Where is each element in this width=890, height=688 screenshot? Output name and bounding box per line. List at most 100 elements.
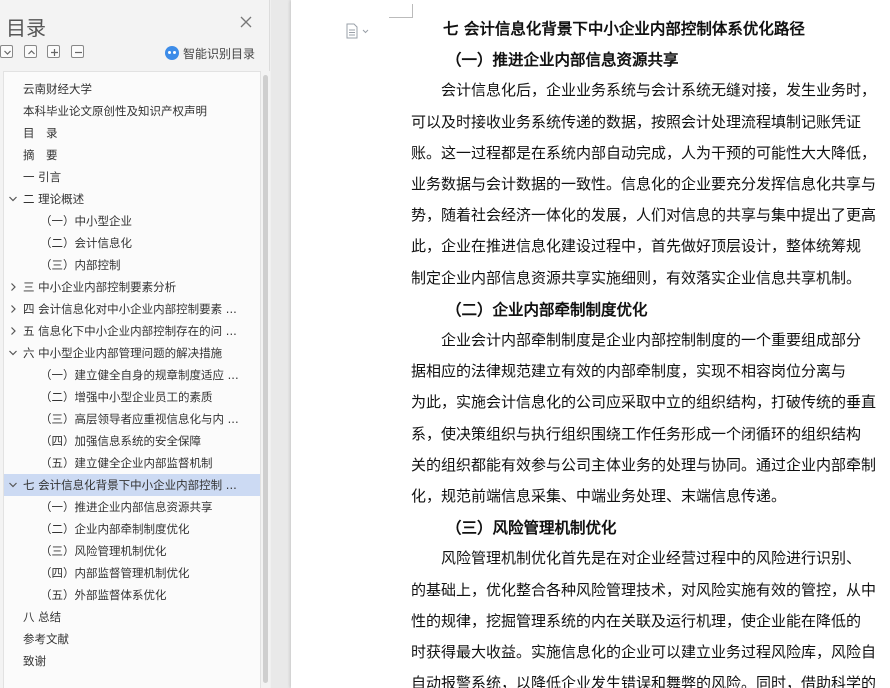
toc-item-label: （三）风险管理机制优化 — [40, 544, 167, 558]
toc-list: 云南财经大学本科毕业论文原创性及知识产权声明目 录摘 要一 引言二 理论概述 （一… — [4, 78, 260, 672]
subsection-heading: （三）风险管理机制优化 — [446, 518, 617, 538]
toc-item-label: 目 录 — [23, 126, 58, 140]
toc-item[interactable]: 摘 要 — [4, 144, 260, 166]
toc-item[interactable]: （四）内部监督管理机制优化 — [4, 562, 260, 584]
toc-scrollbar-thumb[interactable] — [263, 75, 268, 683]
toc-item-label: 八 总结 — [23, 610, 62, 624]
toc-item[interactable]: 二 理论概述 — [4, 188, 260, 210]
toc-item[interactable]: （二）会计信息化 — [4, 232, 260, 254]
document-area: 七 会计信息化背景下中小企业内部控制体系优化路径 （一）推进企业内部信息资源共享 … — [271, 0, 890, 688]
toc-item-label: （五）建立健全企业内部监督机制 — [40, 456, 213, 470]
toc-item-label: （二）企业内部牵制制度优化 — [40, 522, 190, 536]
toc-item[interactable]: 目 录 — [4, 122, 260, 144]
toc-item-label: （三）高层领导者应重视信息化与内 ... — [40, 412, 239, 426]
toc-item[interactable]: （三）内部控制 — [4, 254, 260, 276]
subsection-heading: （二）企业内部牵制制度优化 — [446, 299, 648, 319]
toc-item[interactable]: 一 引言 — [4, 166, 260, 188]
paragraph-line: 化，规范前端信息采集、中端业务处理、末端信息传递。 — [411, 487, 787, 505]
toc-item-label: 致谢 — [23, 654, 46, 668]
toc-item-label: 三 中小企业内部控制要素分析 — [23, 280, 177, 294]
document-icon[interactable] — [345, 23, 371, 39]
toc-item-label: （二）会计信息化 — [40, 236, 132, 250]
toc-item-label: 摘 要 — [23, 148, 58, 162]
chevron-right-icon[interactable] — [7, 276, 19, 298]
toc-item[interactable]: 参考文献 — [4, 628, 260, 650]
toc-item-label: 参考文献 — [23, 632, 69, 646]
toc-item[interactable]: （一）建立健全自身的规章制度适应 ... — [4, 364, 260, 386]
paragraph-line: 的基础上，优化整合各种风险管理技术，对风险实施有效的管控，从中 — [411, 580, 877, 599]
paragraph-line: 可以及时接收业务系统传递的数据，按照会计处理流程填制记账凭证 — [411, 112, 862, 131]
expand-all-icon[interactable] — [47, 45, 60, 58]
paragraph-line: 账。这一过程都是在系统内部自动完成，人为干预的可能性大大降低， — [411, 143, 877, 162]
toc-item[interactable]: （五）外部监督体系优化 — [4, 584, 260, 606]
paragraph-line: 为此，实施会计信息化的公司应采取中立的组织结构，打破传统的垂直 — [411, 393, 877, 412]
toc-scrollbar[interactable] — [261, 71, 270, 688]
toc-item[interactable]: （四）加强信息系统的安全保障 — [4, 430, 260, 452]
toc-item-label: 二 理论概述 — [23, 192, 85, 206]
smart-recognize-toc-button[interactable]: 智能识别目录 — [165, 44, 255, 62]
document-page[interactable]: 七 会计信息化背景下中小企业内部控制体系优化路径 （一）推进企业内部信息资源共享 … — [291, 0, 890, 688]
toc-item[interactable]: 八 总结 — [4, 606, 260, 628]
chevron-down-icon[interactable] — [7, 188, 19, 210]
toc-item-label: 七 会计信息化背景下中小企业内部控制 ... — [23, 478, 237, 492]
toc-item[interactable]: （五）建立健全企业内部监督机制 — [4, 452, 260, 474]
paragraph-line: 性的规律，挖掘管理系统的内在关联及运行机理，使企业能在降低的 — [411, 611, 862, 630]
close-icon[interactable] — [238, 14, 254, 30]
toc-item-label: （五）外部监督体系优化 — [40, 588, 167, 602]
chevron-down-icon[interactable] — [7, 474, 19, 496]
collapse-down-icon[interactable] — [0, 45, 13, 58]
page-corner-marker — [389, 4, 413, 18]
subsection-heading: （一）推进企业内部信息资源共享 — [446, 50, 679, 70]
toc-item[interactable]: 六 中小型企业内部管理问题的解决措施 — [4, 342, 260, 364]
toc-item[interactable]: （二）企业内部牵制制度优化 — [4, 518, 260, 540]
toc-toolbar: 智能识别目录 — [0, 43, 270, 63]
robot-icon — [165, 46, 179, 60]
paragraph-line: 会计信息化后，企业业务系统与会计系统无缝对接，发生业务时， — [411, 81, 877, 100]
toc-item-label: （一）建立健全自身的规章制度适应 ... — [40, 368, 239, 382]
toc-item-label: （一）中小型企业 — [40, 214, 132, 228]
paragraph-line: 势，随着社会经济一体化的发展，人们对信息的共享与集中提出了更高 — [411, 206, 877, 225]
paragraph-line: 时获得最大收益。实施信息化的企业可以建立业务过程风险库，风险自 — [411, 643, 877, 661]
paragraph-line: 自动报警系统，以降低企业发生错误和舞弊的风险。同时，借助科学的 — [411, 674, 877, 688]
toc-item[interactable]: 云南财经大学 — [4, 78, 260, 100]
toc-item-label: （四）加强信息系统的安全保障 — [40, 434, 201, 448]
paragraph-line: 关的组织都能有效参与公司主体业务的处理与协同。通过企业内部牵制 — [411, 455, 877, 474]
paragraph-line: 业务数据与会计数据的一致性。信息化的企业要充分发挥信息化共享与 — [411, 175, 877, 193]
toc-item[interactable]: 本科毕业论文原创性及知识产权声明 — [4, 100, 260, 122]
paragraph-line: 风险管理机制优化首先是在对企业经营过程中的风险进行识别、 — [411, 549, 862, 568]
toc-item[interactable]: （一）推进企业内部信息资源共享 — [4, 496, 260, 518]
toc-item[interactable]: 三 中小企业内部控制要素分析 — [4, 276, 260, 298]
collapse-up-icon[interactable] — [24, 45, 37, 58]
toc-pane: 目录 智能识别目录 云南财经大学本科毕业论文原创性及知识产权声明目 录摘 要一 … — [0, 0, 270, 688]
toc-item[interactable]: （一）中小型企业 — [4, 210, 260, 232]
paragraph-line: 制定企业内部信息资源共享实施细则，有效落实企业信息共享机制。 — [411, 268, 862, 287]
toc-item[interactable]: （三）风险管理机制优化 — [4, 540, 260, 562]
toc-item-label: 四 会计信息化对中小企业内部控制要素 ... — [23, 302, 237, 316]
collapse-all-icon[interactable] — [71, 45, 84, 58]
chevron-down-icon[interactable] — [7, 342, 19, 364]
toc-tree: 云南财经大学本科毕业论文原创性及知识产权声明目 录摘 要一 引言二 理论概述 （一… — [3, 71, 261, 688]
toc-item-label: 云南财经大学 — [23, 82, 92, 96]
chevron-right-icon[interactable] — [7, 298, 19, 320]
toc-item[interactable]: （二）增强中小型企业员工的素质 — [4, 386, 260, 408]
toc-item-label: （二）增强中小型企业员工的素质 — [40, 390, 213, 404]
chevron-right-icon[interactable] — [7, 320, 19, 342]
toc-item-label: （四）内部监督管理机制优化 — [40, 566, 190, 580]
toc-item[interactable]: 五 信息化下中小企业内部控制存在的问 ... — [4, 320, 260, 342]
paragraph-line: 据相应的法律规范建立有效的内部牵制度，实现不相容岗位分离与 — [411, 362, 847, 381]
section-heading: 七 会计信息化背景下中小企业内部控制体系优化路径 — [443, 19, 805, 38]
toc-item-label: （三）内部控制 — [40, 258, 121, 272]
toc-title: 目录 — [6, 16, 46, 40]
paragraph-line: 系，使决策组织与执行组织围绕工作任务形成一个闭循环的组织结构 — [411, 424, 862, 443]
toc-item[interactable]: （三）高层领导者应重视信息化与内 ... — [4, 408, 260, 430]
toc-item[interactable]: 七 会计信息化背景下中小企业内部控制 ... — [4, 474, 260, 496]
smart-recognize-label: 智能识别目录 — [183, 46, 256, 61]
paragraph-line: 此，企业在推进信息化建设过程中，首先做好顶层设计，整体统筹规 — [411, 237, 862, 256]
paragraph-line: 企业会计内部牵制制度是企业内部控制制度的一个重要组成部分 — [411, 331, 862, 349]
toc-item[interactable]: 致谢 — [4, 650, 260, 672]
toc-item-label: 本科毕业论文原创性及知识产权声明 — [23, 104, 207, 118]
toc-item-label: 五 信息化下中小企业内部控制存在的问 ... — [23, 324, 237, 338]
toc-item-label: 六 中小型企业内部管理问题的解决措施 — [23, 346, 223, 360]
toc-item[interactable]: 四 会计信息化对中小企业内部控制要素 ... — [4, 298, 260, 320]
toc-item-label: 一 引言 — [23, 170, 62, 184]
